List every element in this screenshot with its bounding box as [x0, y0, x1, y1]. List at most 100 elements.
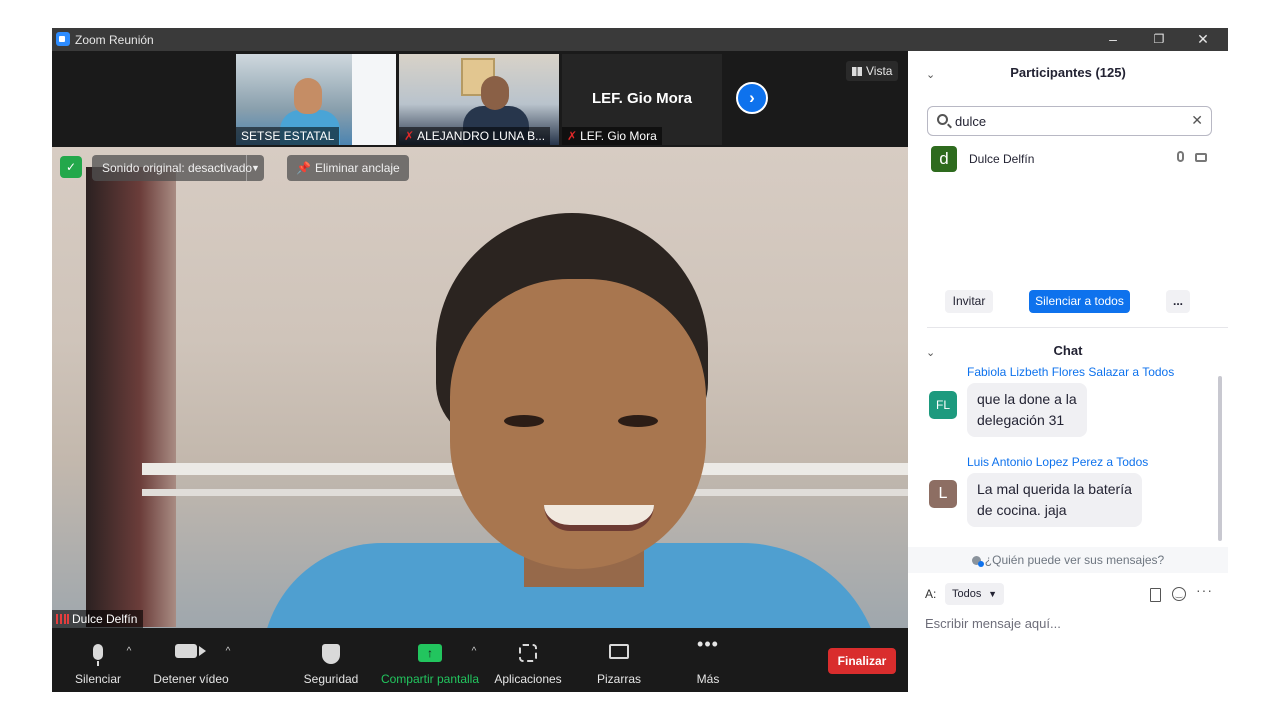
video-off-name: LEF. Gio Mora [591, 90, 692, 107]
share-screen-label: Compartir pantalla [380, 672, 480, 686]
more-button[interactable]: ••• Más [682, 628, 734, 692]
whiteboards-button[interactable]: Pizarras [592, 628, 646, 692]
participant-search-input[interactable] [955, 112, 1175, 130]
speaker-name-tag: Dulce Delfín [52, 610, 144, 628]
meeting-toolbar: Silenciar ^ Detener vídeo ^ Seguridad ↑ … [52, 628, 908, 692]
speaker-face [544, 505, 654, 531]
recipient-label: A: [925, 587, 937, 601]
chevron-down-icon: ▼ [988, 589, 997, 599]
video-options-caret[interactable]: ^ [221, 646, 235, 660]
participant-figure [294, 78, 322, 114]
chevron-down-icon[interactable]: ▼ [246, 155, 264, 181]
participant-search[interactable]: ✕ [927, 106, 1212, 136]
recipient-select[interactable]: Todos ▼ [945, 583, 1004, 605]
message-bubble: La mal querida la batería de cocina. jaj… [967, 473, 1142, 527]
zoom-logo-icon [56, 32, 70, 46]
thumbnail-name-text: ALEJANDRO LUNA B... [417, 129, 546, 143]
message-line: que la done a la [977, 391, 1077, 407]
who-can-see-label: ¿Quién puede ver sus mensajes? [984, 553, 1165, 567]
meeting-area: SETSE ESTATAL ✗ ALEJANDRO LUNA B... LEF. … [52, 51, 908, 692]
whiteboard-icon [609, 644, 629, 659]
thumbnail-name: ✗ LEF. Gio Mora [562, 127, 662, 145]
minimize-button[interactable]: – [1090, 28, 1136, 51]
thumbnail-name: SETSE ESTATAL [236, 127, 340, 145]
emoji-icon[interactable]: ‿ [1172, 587, 1186, 601]
speaker-face [618, 415, 658, 427]
message-sender[interactable]: Fabiola Lizbeth Flores Salazar a Todos [967, 367, 1174, 379]
chat-title: Chat [1053, 343, 1083, 358]
more-dots-icon[interactable]: ··· [1196, 582, 1213, 598]
invite-button[interactable]: Invitar [945, 290, 993, 313]
microphone-icon [93, 644, 103, 666]
apps-button[interactable]: Aplicaciones [492, 628, 564, 692]
video-background [86, 167, 176, 627]
maximize-button[interactable]: ❐ [1136, 28, 1182, 51]
participant-row[interactable]: d Dulce Delfín [931, 146, 1216, 172]
message-line: La mal querida la batería [977, 481, 1132, 497]
participant-figure [481, 76, 509, 110]
thumbnail-name: ✗ ALEJANDRO LUNA B... [399, 127, 551, 145]
side-panel: ⌄ Participantes (125) ✕ d Dulce Delfín I… [908, 51, 1228, 692]
share-arrow-icon: ↑ [418, 644, 442, 662]
participant-name: Dulce Delfín [969, 152, 1035, 166]
view-button-label: Vista [866, 64, 893, 78]
close-window-button[interactable]: ✕ [1180, 28, 1226, 51]
muted-mic-icon: ✗ [404, 129, 415, 143]
security-button[interactable]: Seguridad [300, 628, 362, 692]
zoom-window: Zoom Reunión – ❐ ✕ SETSE ESTATAL ✗ ALEJAN… [52, 28, 1228, 692]
muted-mic-icon: ✗ [567, 129, 578, 143]
view-button[interactable]: Vista [846, 61, 899, 81]
thumbnail-name-text: LEF. Gio Mora [580, 129, 657, 143]
chat-message-input[interactable] [925, 613, 1215, 633]
security-label: Seguridad [303, 672, 359, 686]
who-can-see-link[interactable]: ¿Quién puede ver sus mensajes? [908, 547, 1228, 573]
shield-icon [322, 644, 340, 664]
stop-video-button[interactable]: Detener vídeo [152, 628, 230, 692]
encryption-shield-icon[interactable]: ✓ [60, 156, 82, 178]
audio-options-caret[interactable]: ^ [122, 646, 136, 660]
avatar: d [931, 146, 957, 172]
share-options-caret[interactable]: ^ [467, 646, 481, 660]
main-video: ✓ Sonido original: desactivado ▼ 📌 Elimi… [52, 147, 908, 628]
shared-screen-image [352, 54, 396, 145]
people-icon [971, 556, 984, 567]
participant-thumbnail[interactable]: SETSE ESTATAL [236, 54, 396, 145]
video-camera-icon [175, 644, 197, 658]
participant-thumbnail[interactable]: LEF. Gio Mora ✗ LEF. Gio Mora [562, 54, 722, 145]
apps-label: Aplicaciones [494, 672, 562, 686]
share-screen-button[interactable]: ↑ Compartir pantalla [378, 628, 482, 692]
more-dots-icon: ••• [697, 634, 719, 654]
apps-icon [519, 644, 537, 662]
participants-title: Participantes (125) [1010, 65, 1126, 80]
signal-strength-icon [56, 614, 69, 624]
whiteboards-label: Pizarras [596, 672, 641, 686]
chat-scrollbar[interactable] [1218, 376, 1222, 541]
end-meeting-button[interactable]: Finalizar [828, 648, 896, 674]
mute-label: Silenciar [74, 672, 122, 686]
original-sound-label: Sonido original: desactivado [102, 161, 253, 175]
participants-more-button[interactable]: ... [1166, 290, 1190, 313]
message-line: de cocina. jaja [977, 502, 1067, 518]
speaker-name: Dulce Delfín [72, 612, 138, 626]
avatar: FL [929, 391, 957, 419]
mute-button[interactable]: Silenciar [70, 628, 126, 692]
message-bubble: que la done a la delegación 31 [967, 383, 1087, 437]
video-camera-icon[interactable] [1195, 153, 1207, 162]
pin-icon: 📌 [296, 161, 311, 175]
microphone-icon[interactable] [1177, 151, 1184, 162]
more-label: Más [696, 672, 720, 686]
clear-search-icon[interactable]: ✕ [1191, 112, 1203, 129]
file-icon[interactable] [1150, 588, 1161, 602]
speaker-face [504, 415, 544, 427]
original-sound-toggle[interactable]: Sonido original: desactivado ▼ [92, 155, 264, 181]
stop-video-label: Detener vídeo [153, 672, 229, 686]
message-sender[interactable]: Luis Antonio Lopez Perez a Todos [967, 455, 1148, 469]
chevron-right-icon: › [749, 88, 755, 107]
panel-divider [927, 327, 1228, 328]
mute-all-button[interactable]: Silenciar a todos [1029, 290, 1130, 313]
unpin-button[interactable]: 📌 Eliminar anclaje [287, 155, 409, 181]
participant-thumbnail[interactable]: ✗ ALEJANDRO LUNA B... [399, 54, 559, 145]
thumbnail-name-text: SETSE ESTATAL [241, 129, 335, 143]
next-page-button[interactable]: › [736, 82, 768, 114]
chat-messages: Fabiola Lizbeth Flores Salazar a Todos F… [908, 367, 1228, 547]
